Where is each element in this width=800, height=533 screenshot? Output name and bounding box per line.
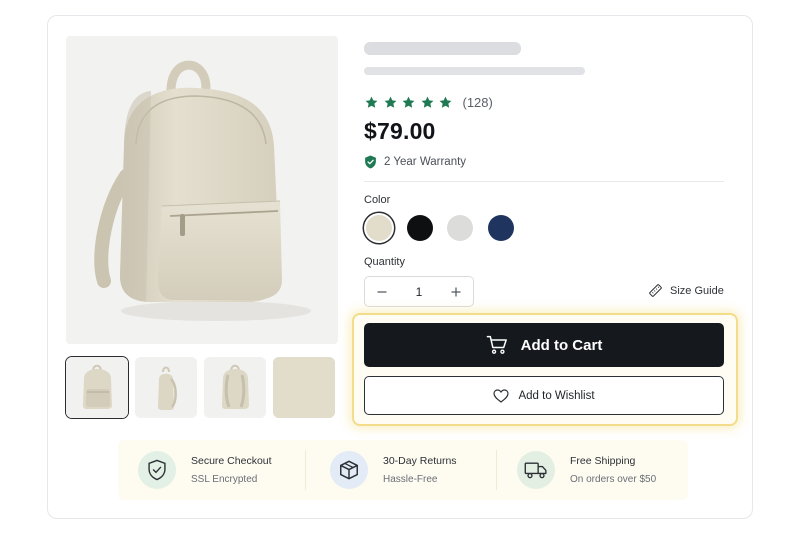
truck-icon [524,462,547,479]
quantity-stepper: 1 [364,276,474,307]
increment-button[interactable] [449,285,463,299]
feature-subtitle: SSL Encrypted [191,474,258,485]
feature-icon-circle [330,451,368,489]
thumbnail-side[interactable] [135,357,197,418]
quantity-label: Quantity [364,256,405,268]
size-guide-label: Size Guide [670,284,724,297]
add-to-cart-label: Add to Cart [520,336,603,354]
fabric-swatch-thumbnail [273,357,335,418]
star-icon [421,96,433,108]
feature-icon-circle [517,451,555,489]
backpack-side-thumbnail [135,357,197,418]
color-swatch-black[interactable] [407,215,433,241]
star-icon [384,96,396,108]
color-swatch-light-gray[interactable] [447,215,473,241]
shield-check-icon [148,459,166,481]
feature-subtitle: Hassle-Free [383,474,438,485]
feature-subtitle: On orders over $50 [570,474,657,485]
backpack-image [94,60,311,321]
heart-icon [493,388,510,403]
feature-divider [305,450,306,490]
thumbnail-fabric[interactable] [273,357,335,418]
thumbnail-back[interactable] [204,357,266,418]
add-to-wishlist-label: Add to Wishlist [518,389,595,402]
thumbnail-front[interactable] [65,356,129,419]
star-icon [402,96,415,108]
product-price: $79.00 [364,118,436,144]
subtitle-placeholder [364,67,585,75]
feature-returns: 30-Day Returns Hassle-Free [330,440,457,500]
minus-icon [377,290,387,293]
product-main-image[interactable] [66,36,338,344]
quantity-value[interactable]: 1 [416,285,423,299]
ruler-icon [649,284,662,297]
rating: (128) [364,93,493,111]
plus-icon [451,287,461,296]
backpack-back-thumbnail [204,357,266,418]
feature-free-shipping: Free Shipping On orders over $50 [517,440,656,500]
feature-title: 30-Day Returns [383,455,457,467]
box-icon [340,460,358,480]
warranty-text: 2 Year Warranty [384,156,467,168]
cart-icon [486,335,507,354]
color-swatch-navy[interactable] [488,215,514,241]
color-label: Color [364,194,391,206]
star-icon [439,96,452,108]
feature-divider [496,450,497,490]
size-guide-link[interactable]: Size Guide [648,283,724,298]
star-icon [365,96,378,108]
feature-secure-checkout: Secure Checkout SSL Encrypted [138,440,272,500]
feature-title: Free Shipping [570,455,636,467]
decrement-button[interactable] [375,285,389,299]
feature-icon-circle [138,451,176,489]
add-to-cart-button[interactable]: Add to Cart [364,323,724,367]
color-swatch-beige[interactable] [366,215,392,241]
feature-title: Secure Checkout [191,455,272,467]
divider [364,181,724,182]
title-placeholder [364,42,521,55]
backpack-front-thumbnail [66,357,128,418]
warranty: 2 Year Warranty [364,155,466,169]
add-to-wishlist-button[interactable]: Add to Wishlist [364,376,724,415]
features-bar: Secure Checkout SSL Encrypted 30-Day Ret… [118,440,688,500]
shield-check-icon [365,155,376,169]
review-count[interactable]: (128) [463,95,493,110]
